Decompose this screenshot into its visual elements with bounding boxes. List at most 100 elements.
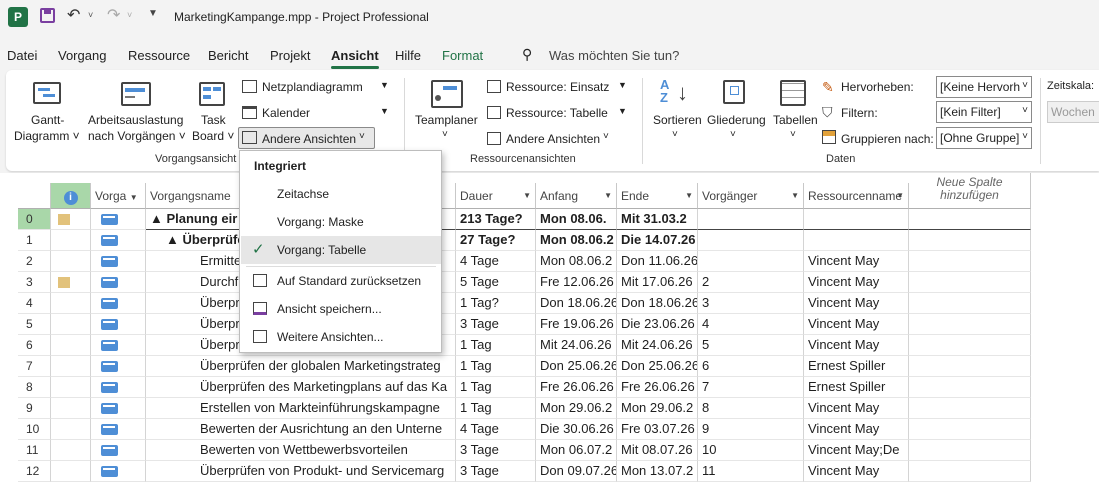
cell-res[interactable]: Vincent May (804, 419, 909, 440)
cell-res[interactable]: Vincent May (804, 251, 909, 272)
cell-name[interactable]: Bewerten von Wettbewerbsvorteilen (146, 440, 456, 461)
cell-ende[interactable]: Mon 13.07.2 (617, 461, 698, 482)
cell-dauer[interactable]: 213 Tage? (456, 209, 536, 230)
task-mode-cell[interactable] (91, 377, 146, 398)
calendar-button[interactable]: Kalender (262, 106, 310, 120)
header-duration[interactable]: Dauer ▼ (456, 183, 536, 209)
cell-empty[interactable] (909, 272, 1031, 293)
outline-chevron-icon[interactable]: ˅ (730, 129, 736, 140)
task-mode-cell[interactable] (91, 440, 146, 461)
resource-other-views-chevron-icon[interactable]: ˅ (603, 131, 609, 142)
cell-anfang[interactable]: Mit 24.06.26 (536, 335, 617, 356)
sort-button[interactable]: Sortieren (653, 113, 702, 127)
task-mode-cell[interactable] (91, 419, 146, 440)
cell-vorg[interactable]: 5 (698, 335, 804, 356)
row-number[interactable]: 12 (18, 461, 51, 482)
cell-ende[interactable]: Fre 03.07.26 (617, 419, 698, 440)
cell-ende[interactable]: Die 14.07.26 (617, 230, 698, 251)
search-box[interactable]: Was möchten Sie tun? (549, 48, 679, 63)
cell-res[interactable]: Vincent May;De (804, 440, 909, 461)
task-mode-cell[interactable] (91, 230, 146, 251)
task-board-button-label2[interactable]: Board ˅ (192, 129, 234, 143)
cell-res[interactable]: Vincent May (804, 272, 909, 293)
task-mode-cell[interactable] (91, 314, 146, 335)
cell-dauer[interactable]: 4 Tage (456, 251, 536, 272)
header-add-column[interactable]: Neue Spalte hinzufügen (909, 173, 1031, 209)
cell-anfang[interactable]: Mon 08.06. (536, 209, 617, 230)
cell-name[interactable]: Überprüfen von Produkt- und Servicemarg (146, 461, 456, 482)
tables-chevron-icon[interactable]: ˅ (790, 129, 796, 140)
menu-ressource[interactable]: Ressource (128, 48, 190, 63)
cell-empty[interactable] (909, 314, 1031, 335)
cell-anfang[interactable]: Fre 12.06.26 (536, 272, 617, 293)
note-icon[interactable] (58, 214, 70, 225)
cell-res[interactable]: Vincent May (804, 314, 909, 335)
row-number[interactable]: 3 (18, 272, 51, 293)
cell-ende[interactable]: Mit 24.06.26 (617, 335, 698, 356)
cell-dauer[interactable]: 1 Tag (456, 398, 536, 419)
cell-res[interactable] (804, 230, 909, 251)
cell-res[interactable]: Ernest Spiller (804, 377, 909, 398)
row-number[interactable]: 4 (18, 293, 51, 314)
cell-res[interactable]: Vincent May (804, 335, 909, 356)
outline-button[interactable]: Gliederung (707, 113, 766, 127)
menu-hilfe[interactable]: Hilfe (395, 48, 421, 63)
cell-empty[interactable] (909, 398, 1031, 419)
cell-empty[interactable] (909, 230, 1031, 251)
row-number[interactable]: 6 (18, 335, 51, 356)
row-number[interactable]: 11 (18, 440, 51, 461)
row-number[interactable]: 5 (18, 314, 51, 335)
task-mode-cell[interactable] (91, 398, 146, 419)
cell-empty[interactable] (909, 377, 1031, 398)
menu-bericht[interactable]: Bericht (208, 48, 248, 63)
cell-ende[interactable]: Mon 29.06.2 (617, 398, 698, 419)
cell-anfang[interactable]: Die 30.06.26 (536, 419, 617, 440)
gantt-button[interactable]: Gantt- (31, 113, 64, 127)
cell-name[interactable]: Erstellen von Markteinführungskampagne (146, 398, 456, 419)
cell-vorg[interactable]: 6 (698, 356, 804, 377)
redo-icon[interactable]: ↷ (107, 5, 120, 25)
row-number[interactable]: 9 (18, 398, 51, 419)
calendar-dropdown-icon[interactable]: ▼ (380, 106, 389, 116)
row-number[interactable]: 10 (18, 419, 51, 440)
cell-ende[interactable]: Don 25.06.26 (617, 356, 698, 377)
resource-sheet-dropdown-icon[interactable]: ▼ (618, 106, 627, 116)
redo-dropdown-icon[interactable]: ˅ (127, 10, 132, 20)
cell-ende[interactable]: Don 11.06.26 (617, 251, 698, 272)
cell-empty[interactable] (909, 251, 1031, 272)
cell-dauer[interactable]: 5 Tage (456, 272, 536, 293)
header-predecessors[interactable]: Vorgänger ▼ (698, 183, 804, 209)
tables-button[interactable]: Tabellen (773, 113, 818, 127)
save-icon[interactable] (40, 8, 55, 23)
cell-vorg[interactable]: 10 (698, 440, 804, 461)
task-mode-cell[interactable] (91, 461, 146, 482)
note-icon[interactable] (58, 277, 70, 288)
cell-anfang[interactable]: Don 25.06.26 (536, 356, 617, 377)
task-board-button[interactable]: Task (201, 113, 226, 127)
menu-item-reset-to-default[interactable]: Auf Standard zurücksetzen (241, 267, 441, 295)
cell-empty[interactable] (909, 335, 1031, 356)
search-icon[interactable]: ⚲ (522, 46, 532, 63)
undo-dropdown-icon[interactable]: ˅ (88, 10, 93, 20)
task-mode-cell[interactable] (91, 335, 146, 356)
header-indicators[interactable]: i (51, 183, 91, 209)
cell-anfang[interactable]: Fre 19.06.26 (536, 314, 617, 335)
header-task-mode[interactable]: Vorga ▼ (91, 183, 146, 209)
highlight-select[interactable]: [Keine Hervorh ˅ (936, 76, 1032, 98)
resource-usage-dropdown-icon[interactable]: ▼ (618, 80, 627, 90)
cell-vorg[interactable]: 11 (698, 461, 804, 482)
cell-anfang[interactable]: Mon 29.06.2 (536, 398, 617, 419)
cell-anfang[interactable]: Mon 06.07.2 (536, 440, 617, 461)
group-by-select[interactable]: [Ohne Gruppe] ˅ (936, 127, 1032, 149)
other-views-chevron-icon[interactable]: ˅ (359, 131, 365, 142)
cell-dauer[interactable]: 4 Tage (456, 419, 536, 440)
task-mode-cell[interactable] (91, 209, 146, 230)
network-diagram-button[interactable]: Netzplandiagramm (262, 80, 363, 94)
other-views-button[interactable]: Andere Ansichten (262, 132, 356, 146)
network-diagram-dropdown-icon[interactable]: ▼ (380, 80, 389, 90)
gantt-button-label2[interactable]: Diagramm ˅ (14, 129, 80, 143)
menu-ansicht[interactable]: Ansicht (331, 48, 379, 69)
menu-item-save-view[interactable]: Ansicht speichern... (241, 295, 441, 323)
team-planner-chevron-icon[interactable]: ˅ (442, 129, 448, 140)
cell-vorg[interactable]: 8 (698, 398, 804, 419)
